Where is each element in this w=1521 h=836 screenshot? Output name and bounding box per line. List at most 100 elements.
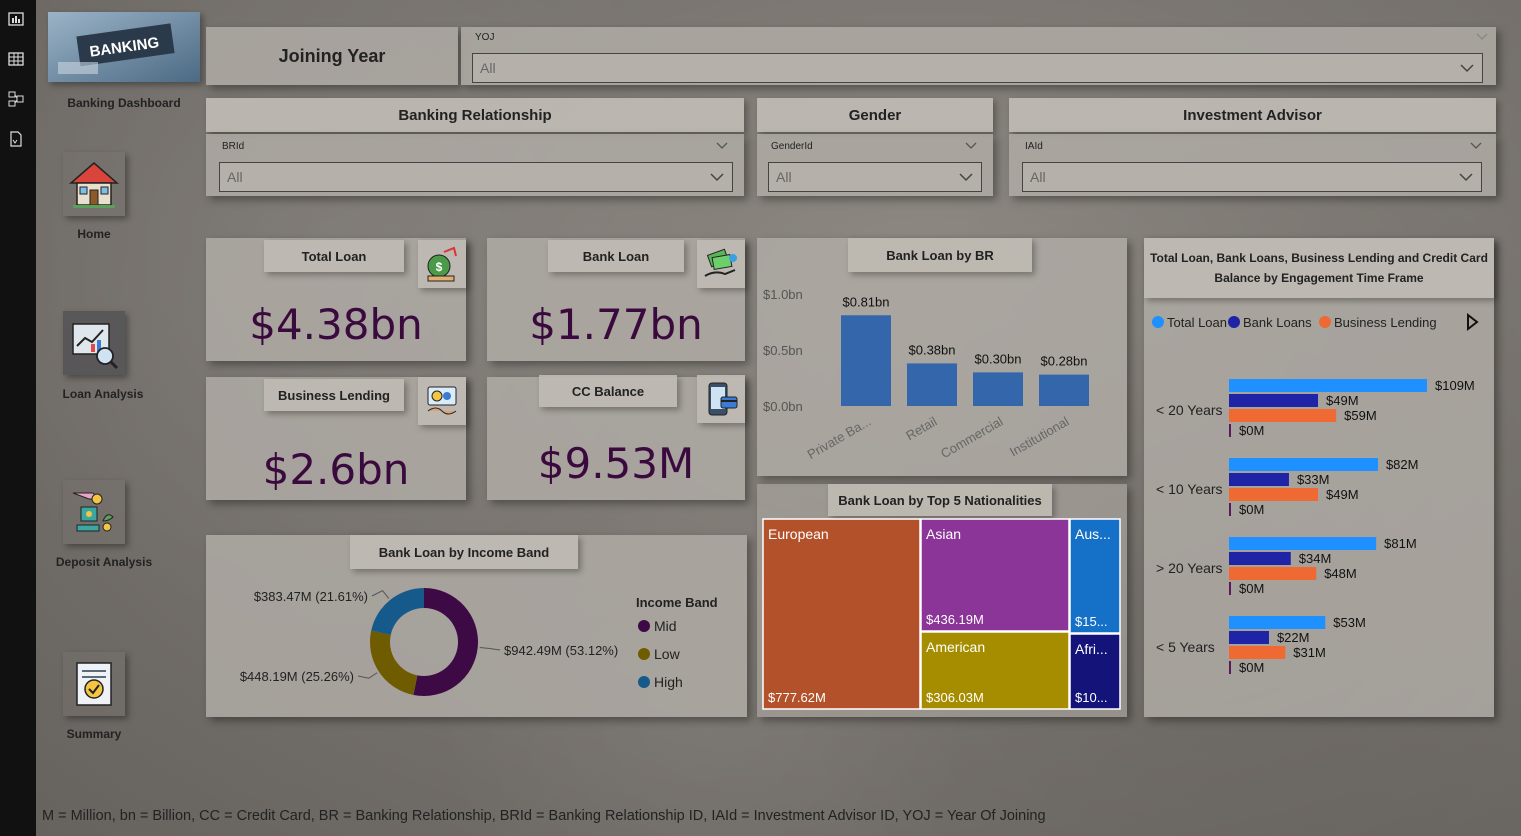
investment-advisor-title: Investment Advisor [1009,98,1496,132]
bar-3 [1039,374,1089,406]
hbar-0 [1229,458,1378,471]
joining-year-title: Joining Year [278,45,386,66]
hbar-data-label: $82M [1386,457,1419,472]
income-band-card: Bank Loan by Income Band $942.49M (53.12… [206,535,747,717]
yoj-header-chevron-icon[interactable] [1476,33,1488,41]
x-tick-label: Private Ba... [805,414,874,462]
income-band-donut-chart: $942.49M (53.12%) $448.19M (25.26%) $383.4… [240,588,718,696]
home-nav-button[interactable] [63,152,125,216]
legend-marker-high [638,676,650,688]
hbar-0 [1229,537,1377,550]
hbar-data-label: $22M [1277,630,1310,645]
legend-item-label: Low [654,646,681,662]
treemap-tile-value: $436.19M [926,612,984,627]
brid-dropdown[interactable]: All [219,162,733,192]
treemap-tile-0 [762,518,921,710]
hbar-1 [1229,473,1289,486]
iaid-dropdown[interactable]: All [1022,162,1482,192]
treemap-tile-value: $10... [1075,690,1108,705]
nationalities-card: Bank Loan by Top 5 Nationalities Europea… [757,484,1127,717]
nationalities-treemap: European $777.62M Asian $436.19M American $30… [762,518,1121,710]
category-label: < 5 Years [1156,639,1215,655]
document-check-icon [76,662,112,706]
deposit-analysis-nav-button[interactable] [63,480,125,544]
chevron-down-icon [1460,64,1474,73]
bar-1 [907,363,957,406]
brid-header-chevron-icon[interactable] [716,142,728,150]
hbar-2 [1229,646,1286,659]
chevron-down-icon [710,173,724,182]
category-label: < 20 Years [1156,402,1223,418]
bank-loan-card: Bank Loan $1.77bn [487,238,745,361]
loan-analysis-nav-button[interactable] [63,311,125,375]
total-loan-card: Total Loan $ $4.38bn [206,238,466,361]
model-view-icon[interactable] [7,90,25,108]
gender-dropdown[interactable]: All [768,162,982,192]
joining-year-card: Joining Year [206,27,458,85]
hbar-3 [1229,424,1231,437]
donut-slice-low [370,630,418,695]
abbreviations-footnote: M = Million, bn = Billion, CC = Credit C… [42,808,1046,824]
brid-slicer-header: BRId [222,141,245,152]
hbar-data-label: $0M [1239,502,1264,517]
iaid-header-chevron-icon[interactable] [1470,142,1482,150]
gender-header-chevron-icon[interactable] [965,142,977,150]
donut-data-label: $942.49M (53.12%) [504,643,618,658]
treemap-tile-value: $777.62M [768,690,826,705]
donut-leader-line [357,672,378,679]
hbar-data-label: $48M [1324,566,1357,581]
treemap-tile-name: Asian [926,526,961,542]
business-lending-card: Business Lending $2.6bn [206,377,466,500]
treemap-tile-value: $306.03M [926,690,984,705]
hbar-1 [1229,394,1319,407]
dashboard-title: Banking Dashboard [67,96,181,110]
treemap-tile-name: American [926,639,985,655]
hbar-1 [1229,552,1291,565]
mobile-card-icon [697,375,745,423]
summary-nav-label[interactable]: Summary [63,727,125,741]
loan-analysis-nav-label[interactable]: Loan Analysis [48,387,158,401]
donut-leader-line [371,590,390,599]
treemap-tile-value: $15... [1075,614,1108,629]
treemap-tile-name: European [768,526,829,542]
cc-balance-card: CC Balance $9.53M [487,375,745,500]
deposit-analysis-nav-label[interactable]: Deposit Analysis [48,555,160,569]
yoj-dropdown-value: All [480,60,496,76]
cc-balance-value: $9.53M [537,439,695,488]
deposit-hand-coins-icon [72,492,114,532]
yoj-dropdown[interactable]: All [472,53,1483,83]
hbar-0 [1229,379,1427,392]
hbar-3 [1229,661,1231,674]
legend-marker-2 [1319,316,1331,328]
business-lending-title: Business Lending [264,379,404,411]
y-tick-label: $1.0bn [763,287,803,302]
hbar-data-label: $49M [1326,487,1359,502]
legend-marker-mid [638,620,650,632]
hbar-data-label: $109M [1435,378,1475,393]
house-icon [68,162,120,208]
legend-item-label: Business Lending [1334,315,1437,330]
hbar-3 [1229,503,1231,516]
bar-data-label: $0.30bn [975,351,1022,366]
donut-data-label: $448.19M (25.26%) [240,669,354,684]
svg-text:$: $ [436,260,443,274]
table-view-icon[interactable] [7,50,25,68]
hbar-1 [1229,631,1269,644]
bar-0 [841,315,891,406]
dax-query-icon[interactable] [7,130,25,148]
summary-nav-button[interactable] [63,652,125,716]
hbar-data-label: $59M [1344,408,1377,423]
donut-data-label: $383.47M (21.61%) [254,589,368,604]
hbar-data-label: $0M [1239,581,1264,596]
iaid-dropdown-value: All [1030,169,1046,185]
yoj-slicer: YOJ All [461,27,1496,85]
bar-2 [973,372,1023,406]
home-nav-label[interactable]: Home [63,227,125,241]
bar-data-label: $0.81bn [843,294,890,309]
donut-slice-high [371,588,424,635]
chevron-down-icon [959,173,973,182]
brid-dropdown-value: All [227,169,243,185]
y-tick-label: $0.0bn [763,399,803,414]
bank-loan-value: $1.77bn [529,300,703,349]
report-view-icon[interactable] [7,10,25,28]
